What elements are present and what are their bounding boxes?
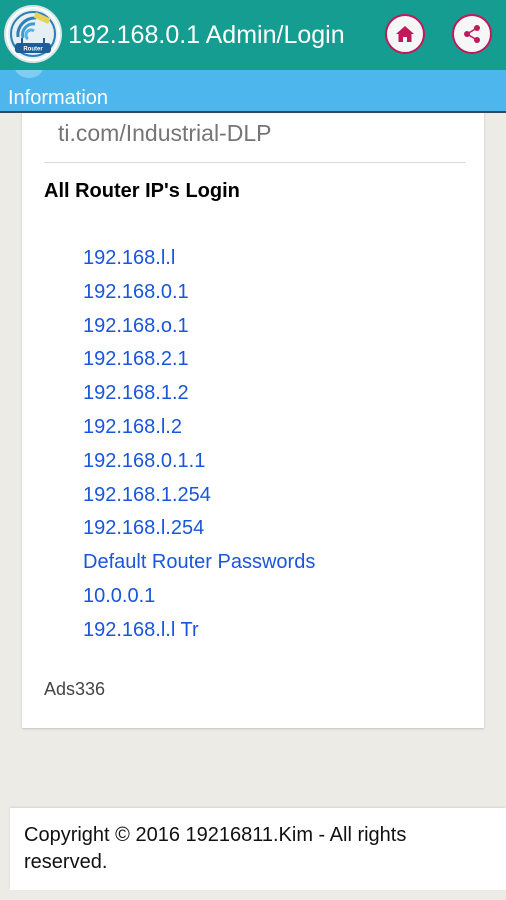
router-link[interactable]: 10.0.0.1 [83, 585, 155, 607]
list-item: 192.168.2.1 [83, 347, 315, 381]
router-link[interactable]: 192.168.l.254 [83, 517, 204, 539]
card-divider [44, 162, 466, 163]
router-link[interactable]: 192.168.l.2 [83, 416, 182, 438]
list-item: 192.168.0.1.1 [83, 449, 315, 483]
footer: Copyright © 2016 19216811.Kim - All righ… [10, 808, 506, 890]
router-link[interactable]: 192.168.1.254 [83, 484, 211, 506]
router-logo-icon[interactable]: Router [4, 5, 62, 63]
info-label: Information [8, 87, 109, 109]
list-item: 192.168.o.1 [83, 314, 315, 348]
router-link[interactable]: 192.168.0.1 [83, 281, 189, 303]
router-link[interactable]: 192.168.2.1 [83, 348, 189, 370]
router-link[interactable]: 192.168.o.1 [83, 315, 189, 337]
router-passwords-link[interactable]: Default Router Passwords [83, 551, 315, 573]
section-title: All Router IP's Login [44, 180, 240, 202]
list-item: 192.168.l.254 [83, 516, 315, 550]
list-item: Default Router Passwords [83, 550, 315, 584]
home-button[interactable] [385, 14, 425, 54]
router-link[interactable]: 192.168.1.2 [83, 382, 189, 404]
list-item: 192.168.l.l Tr [83, 618, 315, 652]
router-link[interactable]: 192.168.l.l [83, 247, 175, 269]
strip-divider [0, 111, 506, 113]
router-link[interactable]: 192.168.l.l Tr [83, 619, 199, 641]
home-icon [396, 26, 414, 42]
url-text: ti.com/Industrial-DLP [58, 120, 272, 146]
list-item: 192.168.l.l [83, 246, 315, 280]
list-item: 192.168.0.1 [83, 280, 315, 314]
list-item: 192.168.1.254 [83, 483, 315, 517]
ads-label: Ads336 [44, 679, 106, 699]
router-logo-graphic: Router [8, 9, 58, 59]
copyright-text: Copyright © 2016 19216811.Kim - All righ… [24, 824, 407, 873]
app-title: 192.168.0.1 Admin/Login [68, 21, 345, 49]
router-link-list: 192.168.l.l 192.168.0.1 192.168.o.1 192.… [83, 246, 315, 652]
share-button[interactable] [452, 14, 492, 54]
info-strip-icon [14, 70, 44, 78]
router-link[interactable]: 192.168.0.1.1 [83, 450, 205, 472]
share-icon [464, 25, 480, 43]
router-logo-text: Router [23, 47, 43, 53]
list-item: 192.168.1.2 [83, 381, 315, 415]
list-item: 10.0.0.1 [83, 584, 315, 618]
app-bar: Router 192.168.0.1 Admin/Login [0, 0, 506, 70]
list-item: 192.168.l.2 [83, 415, 315, 449]
